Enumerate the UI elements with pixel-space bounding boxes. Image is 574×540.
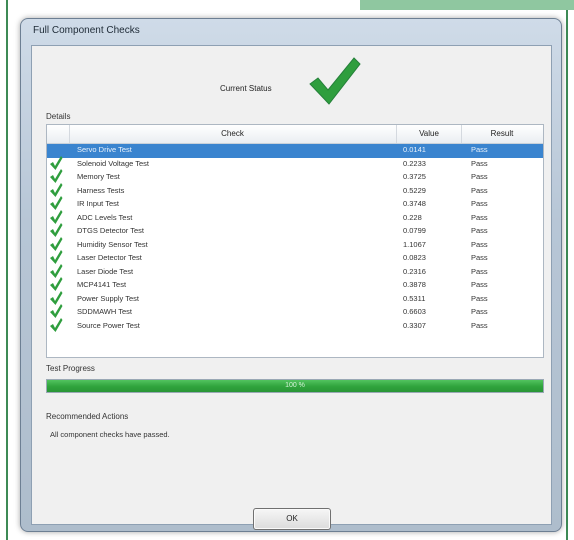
table-row[interactable]: Laser Detector Test 0.0823 Pass	[47, 250, 543, 266]
check-value: 0.3748	[403, 199, 426, 208]
check-value: 0.0799	[403, 226, 426, 235]
check-result: Pass	[471, 145, 488, 154]
grid-header: Check Value Result	[47, 125, 543, 144]
check-name: IR Input Test	[77, 199, 119, 208]
check-name: Servo Drive Test	[77, 145, 132, 154]
current-status-label: Current Status	[220, 84, 272, 93]
pass-check-icon	[50, 317, 63, 332]
check-value: 0.0141	[403, 145, 426, 154]
check-name: Humidity Sensor Test	[77, 239, 148, 249]
recommended-actions-text: All component checks have passed.	[50, 430, 170, 439]
check-value: 0.3307	[403, 320, 426, 330]
check-name: Harness Tests	[77, 185, 125, 195]
column-header-icon[interactable]	[47, 125, 70, 143]
table-row[interactable]: Memory Test 0.3725 Pass	[47, 169, 543, 185]
check-result: Pass	[471, 320, 488, 330]
check-result: Pass	[471, 307, 488, 316]
column-header-result[interactable]: Result	[462, 125, 542, 143]
table-row[interactable]: MCP4141 Test 0.3878 Pass	[47, 277, 543, 293]
check-result: Pass	[471, 253, 488, 262]
table-row[interactable]: IR Input Test 0.3748 Pass	[47, 196, 543, 212]
check-name: SDDMAWH Test	[77, 307, 133, 316]
check-name: Memory Test	[77, 172, 120, 181]
check-name: Solenoid Voltage Test	[77, 158, 150, 168]
check-value: 0.5311	[403, 293, 426, 303]
table-row[interactable]: ADC Levels Test 0.228 Pass	[47, 209, 543, 226]
test-progress-bar: 100 %	[46, 379, 544, 393]
check-name: ADC Levels Test	[77, 212, 133, 222]
page-accent-bar	[360, 0, 574, 10]
check-value: 0.3725	[403, 172, 426, 181]
page-border-right	[566, 10, 568, 540]
check-result: Pass	[471, 199, 488, 208]
table-row[interactable]: Harness Tests 0.5229 Pass	[47, 182, 543, 199]
column-header-check[interactable]: Check	[69, 125, 397, 143]
table-row[interactable]: Source Power Test 0.3307 Pass	[47, 317, 543, 334]
test-progress-label: Test Progress	[46, 364, 95, 373]
check-result: Pass	[471, 158, 488, 168]
check-name: Laser Diode Test	[77, 266, 134, 276]
check-result: Pass	[471, 293, 488, 303]
check-result: Pass	[471, 172, 488, 181]
check-name: Source Power Test	[77, 320, 140, 330]
table-row[interactable]: Laser Diode Test 0.2316 Pass	[47, 263, 543, 280]
checks-grid: Check Value Result Servo Drive Test 0.014…	[46, 124, 544, 358]
check-name: Laser Detector Test	[77, 253, 142, 262]
check-name: DTGS Detector Test	[77, 226, 144, 235]
check-value: 0.0823	[403, 253, 426, 262]
progress-text: 100 %	[285, 382, 305, 389]
check-value: 1.1067	[403, 239, 426, 249]
check-result: Pass	[471, 212, 488, 222]
check-result: Pass	[471, 280, 488, 289]
check-value: 0.6603	[403, 307, 426, 316]
title-bar[interactable]: Full Component Checks	[21, 19, 561, 45]
dialog-body: Current Status Details Check Value Resul…	[31, 45, 552, 530]
check-result: Pass	[471, 185, 488, 195]
check-result: Pass	[471, 239, 488, 249]
check-value: 0.3878	[403, 280, 426, 289]
checkmark-icon	[309, 57, 361, 105]
table-row[interactable]: Humidity Sensor Test 1.1067 Pass	[47, 236, 543, 253]
table-row[interactable]: Servo Drive Test 0.0141 Pass	[47, 144, 543, 158]
dialog-window: Full Component Checks Current Status Det…	[20, 18, 562, 532]
table-row[interactable]: DTGS Detector Test 0.0799 Pass	[47, 223, 543, 239]
window-title: Full Component Checks	[33, 25, 140, 36]
check-result: Pass	[471, 226, 488, 235]
page-border-left	[6, 0, 8, 540]
recommended-actions-label: Recommended Actions	[46, 412, 129, 421]
check-value: 0.228	[403, 212, 422, 222]
check-value: 0.5229	[403, 185, 426, 195]
grid-rows: Servo Drive Test 0.0141 Pass Solenoid Volta…	[47, 144, 543, 333]
table-row[interactable]: SDDMAWH Test 0.6603 Pass	[47, 304, 543, 320]
check-result: Pass	[471, 266, 488, 276]
table-row[interactable]: Power Supply Test 0.5311 Pass	[47, 290, 543, 307]
check-value: 0.2316	[403, 266, 426, 276]
check-value: 0.2233	[403, 158, 426, 168]
details-label: Details	[46, 112, 71, 121]
check-name: Power Supply Test	[77, 293, 139, 303]
table-row[interactable]: Solenoid Voltage Test 0.2233 Pass	[47, 155, 543, 172]
ok-button[interactable]: OK	[253, 508, 331, 530]
column-header-value[interactable]: Value	[397, 125, 462, 143]
check-name: MCP4141 Test	[77, 280, 127, 289]
